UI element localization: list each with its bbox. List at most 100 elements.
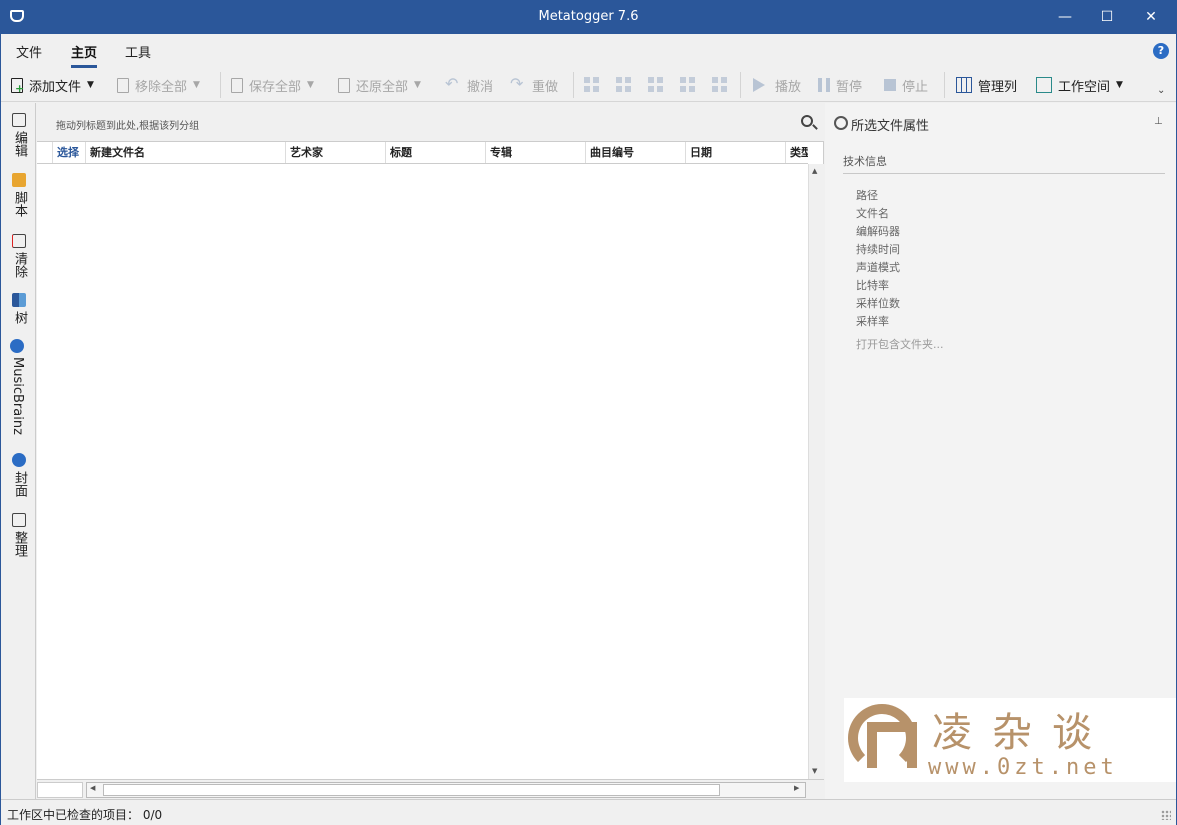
workspace-icon — [1036, 77, 1052, 93]
minimize-button[interactable]: — — [1044, 1, 1086, 34]
sidebar-item-musicbrainz[interactable]: MusicBrainz — [10, 339, 25, 435]
sidebar-item-label: 整理 — [12, 531, 27, 557]
side-panel-tabs: 编辑 脚本 清除 树 MusicBrainz 封面 整理 — [1, 103, 36, 799]
row-indicator-column — [37, 142, 53, 163]
column-genre[interactable]: 类型 — [786, 142, 808, 163]
sidebar-item-edit[interactable]: 编辑 — [10, 113, 29, 157]
watermark: 凌杂谈 www.0zt.net — [844, 698, 1176, 782]
scroll-up-icon[interactable]: ▲ — [812, 167, 817, 175]
group-by-area[interactable]: 拖动列标题到此处,根据该列分组 — [37, 103, 824, 142]
status-bar: 工作区中已检查的项目： 0/0 — [1, 799, 1176, 825]
grid-layout-icon — [584, 77, 600, 93]
toolbar-divider — [220, 72, 221, 98]
pause-label: 暂停 — [836, 79, 863, 95]
redo-icon — [510, 74, 526, 93]
sidebar-item-organize[interactable]: 整理 — [10, 513, 29, 557]
sidebar-item-clean[interactable]: 清除 — [10, 234, 29, 278]
toolbar-divider — [740, 72, 741, 98]
maximize-button[interactable]: ☐ — [1086, 1, 1128, 34]
file-grid-panel: 拖动列标题到此处,根据该列分组 选择 新建文件名 艺术家 标题 专辑 曲目编号 … — [37, 103, 824, 799]
remove-file-icon — [117, 77, 129, 93]
properties-title: 所选文件属性 — [851, 119, 930, 134]
remove-all-button[interactable]: 移除全部 ▼ — [117, 73, 200, 97]
undo-button[interactable]: 撤消 — [445, 73, 493, 97]
toolbar-divider — [573, 72, 574, 98]
sidebar-item-script[interactable]: 脚本 — [10, 173, 29, 217]
prop-bits-per-sample: 采样位数 — [856, 297, 900, 310]
sidebar-item-label: 封面 — [12, 471, 27, 497]
columns-icon — [956, 77, 972, 93]
grid-layout-icon — [616, 77, 632, 93]
column-new-filename[interactable]: 新建文件名 — [86, 142, 286, 163]
column-track-number[interactable]: 曲目编号 — [586, 142, 686, 163]
pin-icon[interactable]: ⊥ — [1154, 116, 1163, 127]
prop-sample-rate: 采样率 — [856, 315, 889, 328]
prop-bitrate: 比特率 — [856, 279, 889, 292]
redo-label: 重做 — [532, 79, 559, 95]
ribbon-expand-icon[interactable]: ⌄ — [1157, 85, 1165, 96]
cover-globe-icon — [12, 453, 26, 467]
watermark-name: 凌杂谈 — [932, 710, 1112, 756]
tab-file[interactable]: 文件 — [16, 42, 42, 61]
layout-button-5[interactable] — [712, 73, 734, 97]
layout-button-4[interactable] — [680, 73, 702, 97]
restore-all-button[interactable]: 还原全部 ▼ — [338, 73, 421, 97]
column-artist[interactable]: 艺术家 — [286, 142, 386, 163]
scroll-left-icon[interactable]: ◀ — [90, 784, 95, 792]
stop-icon — [884, 79, 896, 91]
chevron-down-icon: ▼ — [1116, 80, 1123, 90]
sidebar-item-tree[interactable]: 树 — [10, 293, 29, 324]
layout-button-3[interactable] — [648, 73, 670, 97]
properties-panel: 所选文件属性 ⊥ 技术信息 路径 文件名 编解码器 持续时间 声道模式 比特率 … — [825, 103, 1176, 799]
redo-button[interactable]: 重做 — [510, 73, 558, 97]
column-title[interactable]: 标题 — [386, 142, 486, 163]
watermark-logo-icon — [848, 704, 917, 772]
layout-button-2[interactable] — [616, 73, 638, 97]
save-icon — [231, 77, 243, 93]
play-button[interactable]: 播放 — [753, 73, 801, 97]
status-text: 工作区中已检查的项目： 0/0 — [7, 808, 163, 822]
tab-home[interactable]: 主页 — [71, 42, 98, 68]
restore-all-label: 还原全部 — [356, 79, 409, 95]
sidebar-item-cover[interactable]: 封面 — [10, 453, 29, 497]
resize-grip-icon[interactable] — [1161, 810, 1171, 820]
help-icon[interactable]: ? — [1153, 43, 1169, 59]
column-header-row: 选择 新建文件名 艺术家 标题 专辑 曲目编号 日期 类型 — [37, 142, 808, 164]
remove-all-label: 移除全部 — [135, 79, 188, 95]
sidebar-item-label: 编辑 — [12, 131, 27, 157]
search-icon[interactable] — [801, 115, 813, 127]
technical-info-header: 技术信息 — [843, 153, 1165, 174]
tree-icon — [12, 293, 26, 307]
save-all-button[interactable]: 保存全部 ▼ — [231, 73, 314, 97]
manage-columns-label: 管理列 — [978, 79, 1018, 95]
info-icon — [834, 116, 848, 130]
vertical-scrollbar[interactable]: ▲ ▼ — [808, 164, 824, 779]
column-date[interactable]: 日期 — [686, 142, 786, 163]
horizontal-scrollbar[interactable]: ◀ ▶ — [86, 782, 806, 798]
script-icon — [12, 173, 26, 187]
prop-path: 路径 — [856, 189, 878, 202]
watermark-url: www.0zt.net — [928, 755, 1118, 780]
sidebar-item-label: 清除 — [12, 252, 27, 278]
layout-button-1[interactable] — [584, 73, 606, 97]
edit-icon — [12, 113, 26, 127]
prop-codec: 编解码器 — [856, 225, 900, 238]
prop-duration: 持续时间 — [856, 243, 900, 256]
play-icon — [753, 78, 765, 92]
title-bar[interactable]: Metatogger 7.6 — ☐ ✕ — [1, 1, 1176, 34]
manage-columns-button[interactable]: 管理列 — [956, 73, 1017, 97]
column-album[interactable]: 专辑 — [486, 142, 586, 163]
chevron-down-icon: ▼ — [307, 80, 314, 90]
ribbon-toolbar: 添加文件 ▼ 移除全部 ▼ 保存全部 ▼ 还原全部 ▼ 撤消 重做 — [1, 68, 1176, 102]
column-select[interactable]: 选择 — [53, 142, 86, 163]
pause-button[interactable]: 暂停 — [818, 73, 862, 97]
add-files-button[interactable]: 添加文件 ▼ — [11, 73, 94, 97]
workspace-button[interactable]: 工作空间 ▼ — [1036, 73, 1123, 97]
stop-button[interactable]: 停止 — [884, 73, 928, 97]
close-button[interactable]: ✕ — [1130, 1, 1172, 34]
open-folder-link[interactable]: 打开包含文件夹... — [856, 336, 944, 352]
scroll-down-icon[interactable]: ▼ — [812, 767, 817, 775]
scroll-right-icon[interactable]: ▶ — [794, 784, 799, 792]
tab-tools[interactable]: 工具 — [125, 42, 151, 61]
scroll-thumb[interactable] — [103, 784, 720, 796]
